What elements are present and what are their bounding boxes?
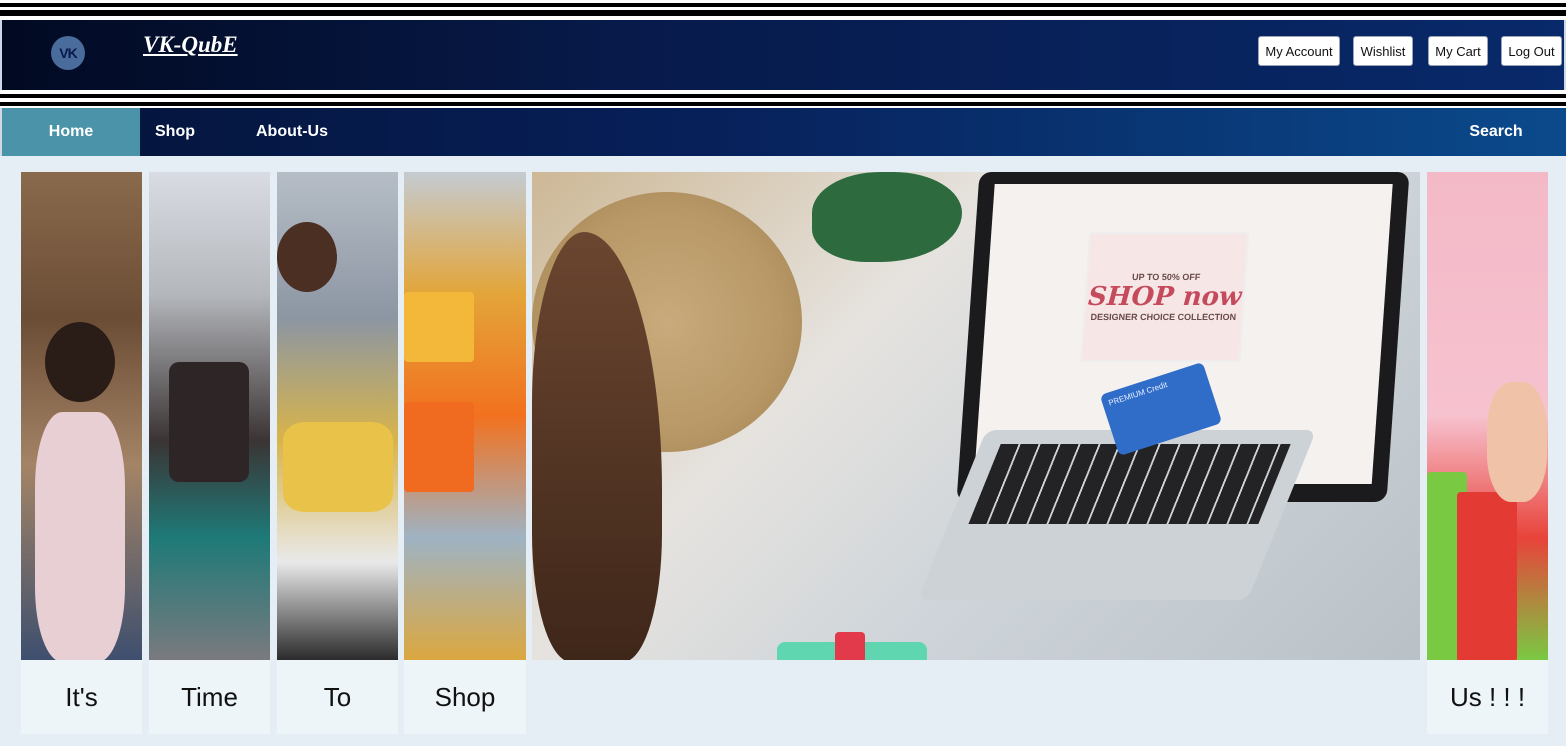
banner-caption-2: Time: [149, 660, 270, 734]
grocery-shopper-head: [277, 222, 337, 292]
vk-icon[interactable]: VK: [51, 36, 85, 70]
banner-caption-5: Us ! ! !: [1427, 660, 1548, 734]
my-cart-button[interactable]: My Cart: [1428, 36, 1488, 66]
promo-line-1: UP TO 50% OFF: [1131, 272, 1201, 282]
banner-image-furniture: [149, 172, 270, 660]
banner-image-shopping-bags: [1427, 172, 1548, 660]
nav-home[interactable]: Home: [2, 108, 140, 156]
hero-banner: It's Time To Shop UP TO 50% OFF SHOP now…: [0, 156, 1566, 746]
nav-shop[interactable]: Shop: [140, 108, 210, 156]
banner-image-grocery: [277, 172, 398, 660]
header-top-stripes: [0, 0, 1566, 20]
my-account-button[interactable]: My Account: [1258, 36, 1340, 66]
banner-image-online-shopping: UP TO 50% OFF SHOP now DESIGNER CHOICE C…: [532, 172, 1420, 660]
banner-image-shopper: [21, 172, 142, 660]
banner-caption-4: Shop: [404, 660, 526, 734]
wallet-shape: [777, 632, 927, 660]
main-nav: Home Shop About-Us Search: [0, 108, 1566, 156]
brand-title[interactable]: VK-QubE: [143, 32, 238, 58]
keyboard-shape: [917, 430, 1317, 600]
nav-search[interactable]: Search: [1454, 108, 1538, 156]
promo-ad: UP TO 50% OFF SHOP now DESIGNER CHOICE C…: [1080, 232, 1250, 362]
hand-shape: [1487, 382, 1547, 502]
box-shape: [404, 292, 474, 362]
chair-shape: [169, 362, 249, 482]
pasta-bag: [283, 422, 393, 512]
banner-caption-3: To: [277, 660, 398, 734]
wishlist-button[interactable]: Wishlist: [1353, 36, 1413, 66]
shopper-head: [45, 322, 115, 402]
leaf-shape: [812, 172, 962, 262]
nav-about-us[interactable]: About-Us: [242, 108, 342, 156]
promo-line-3: DESIGNER CHOICE COLLECTION: [1090, 312, 1237, 322]
banner-image-boxes: [404, 172, 526, 660]
keyboard-keys: [968, 444, 1291, 524]
log-out-button[interactable]: Log Out: [1501, 36, 1562, 66]
promo-line-2: SHOP now: [1087, 282, 1243, 312]
red-bag-shape: [1457, 492, 1517, 660]
orange-box-shape: [404, 402, 474, 492]
shopper-body: [35, 412, 125, 660]
site-header: VK VK-QubE My Account Wishlist My Cart L…: [0, 20, 1566, 90]
header-bottom-stripes: [0, 90, 1566, 108]
banner-caption-1: It's: [21, 660, 142, 734]
vk-logo-glyph: VK: [59, 45, 77, 61]
